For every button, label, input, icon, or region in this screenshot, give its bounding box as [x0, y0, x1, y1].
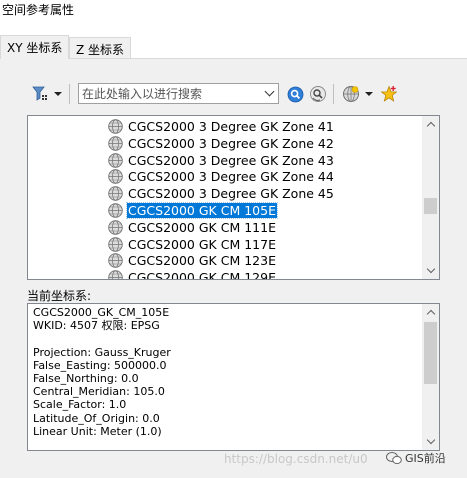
list-item[interactable]: CGCS2000 GK CM 111E	[108, 219, 277, 236]
globe-icon	[108, 270, 127, 279]
list-item[interactable]: CGCS2000 GK CM 123E	[108, 252, 277, 269]
detail-line: Latitude_Of_Origin: 0.0	[33, 411, 160, 425]
list-item-label: CGCS2000 GK CM 105E	[126, 202, 278, 219]
detail-line: False_Northing: 0.0	[33, 372, 139, 385]
watermark-brand-text: GIS前沿	[405, 452, 446, 465]
list-item[interactable]: CGCS2000 3 Degree GK Zone 45	[108, 185, 335, 202]
search-icon[interactable]	[285, 84, 305, 104]
current-coordinate-system-details[interactable]: CGCS2000_GK_CM_105E WKID: 4507 权限: EPSG Pr…	[27, 303, 440, 451]
tab-z-coordinate-system[interactable]: Z 坐标系	[69, 37, 132, 59]
globe-icon	[108, 136, 127, 151]
detail-line: Linear Unit: Meter (1.0)	[33, 424, 162, 438]
list-item-label: CGCS2000 3 Degree GK Zone 42	[128, 135, 334, 151]
globe-icon	[108, 119, 127, 134]
list-item[interactable]: CGCS2000 GK CM 105E	[108, 202, 278, 219]
list-item-label: CGCS2000 3 Degree GK Zone 41	[128, 119, 334, 134]
globe-icon	[108, 186, 127, 201]
detail-line: Central_Meridian: 105.0	[33, 385, 165, 399]
scroll-thumb[interactable]	[424, 322, 437, 384]
list-item-label: CGCS2000 3 Degree GK Zone 45	[128, 186, 334, 202]
globe-icon	[108, 203, 127, 218]
detail-line: CGCS2000_GK_CM_105E	[33, 306, 170, 319]
filter-icon[interactable]	[30, 84, 50, 104]
globe-icon	[108, 169, 127, 185]
current-coordinate-system-label: 当前坐标系:	[27, 289, 92, 303]
list-item[interactable]: CGCS2000 3 Degree GK Zone 43	[108, 152, 335, 169]
scroll-down-button[interactable]	[422, 433, 439, 450]
search-input[interactable]	[79, 84, 257, 103]
detail-line: Projection: Gauss_Kruger	[33, 345, 171, 359]
list-item[interactable]: CGCS2000 GK CM 117E	[108, 236, 277, 253]
filter-dropdown-arrow[interactable]	[53, 89, 63, 99]
list-item[interactable]: CGCS2000 3 Degree GK Zone 42	[108, 135, 335, 152]
search-combo[interactable]	[78, 83, 279, 104]
list-item-label: CGCS2000 GK CM 123E	[128, 253, 276, 269]
detail-line: Scale_Factor: 1.0	[33, 398, 127, 412]
list-item-label: CGCS2000 3 Degree GK Zone 44	[128, 169, 334, 185]
clear-search-icon[interactable]	[308, 84, 328, 104]
window-title: 空间参考属性	[2, 3, 75, 17]
watermark-url: https://blog.csdn.net/u0	[224, 452, 368, 466]
chevron-down-icon[interactable]	[261, 85, 277, 102]
globe-icon	[108, 253, 127, 269]
details-vertical-scrollbar[interactable]	[422, 304, 439, 450]
list-item-label: CGCS2000 3 Degree GK Zone 43	[128, 152, 334, 168]
list-item[interactable]: CGCS2000 3 Degree GK Zone 41	[108, 118, 335, 135]
detail-line: False_Easting: 500000.0	[33, 358, 167, 372]
watermark-brand: GIS前沿	[386, 450, 446, 466]
list-item-label: CGCS2000 GK CM 117E	[128, 236, 276, 252]
globe-icon[interactable]	[341, 84, 361, 104]
list-item[interactable]: CGCS2000 3 Degree GK Zone 44	[108, 168, 335, 185]
globe-icon	[108, 220, 127, 235]
tab-xy-coordinate-system[interactable]: XY 坐标系	[0, 35, 70, 59]
list-item-label: CGCS2000 GK CM 111E	[128, 219, 276, 235]
scroll-thumb[interactable]	[424, 198, 437, 214]
list-item[interactable]: CGCS2000 GK CM 129E	[108, 269, 277, 280]
globe-icon	[108, 152, 127, 168]
coordinate-system-list[interactable]: CGCS2000 3 Degree GK Zone 41 CGCS2000 3 D…	[27, 115, 440, 280]
toolbar-separator	[333, 84, 334, 104]
list-vertical-scrollbar[interactable]	[422, 116, 439, 279]
scroll-up-button[interactable]	[422, 116, 439, 133]
chat-bubble-icon	[386, 452, 402, 465]
scroll-up-button[interactable]	[422, 304, 439, 321]
detail-line: WKID: 4507 权限: EPSG	[33, 319, 160, 333]
scroll-down-button[interactable]	[422, 262, 439, 279]
globe-dropdown-arrow[interactable]	[364, 89, 374, 99]
globe-icon	[108, 236, 127, 252]
add-favorite-star-icon[interactable]	[379, 84, 399, 104]
list-item-label: CGCS2000 GK CM 129E	[128, 270, 276, 280]
toolbar-separator	[69, 84, 70, 104]
